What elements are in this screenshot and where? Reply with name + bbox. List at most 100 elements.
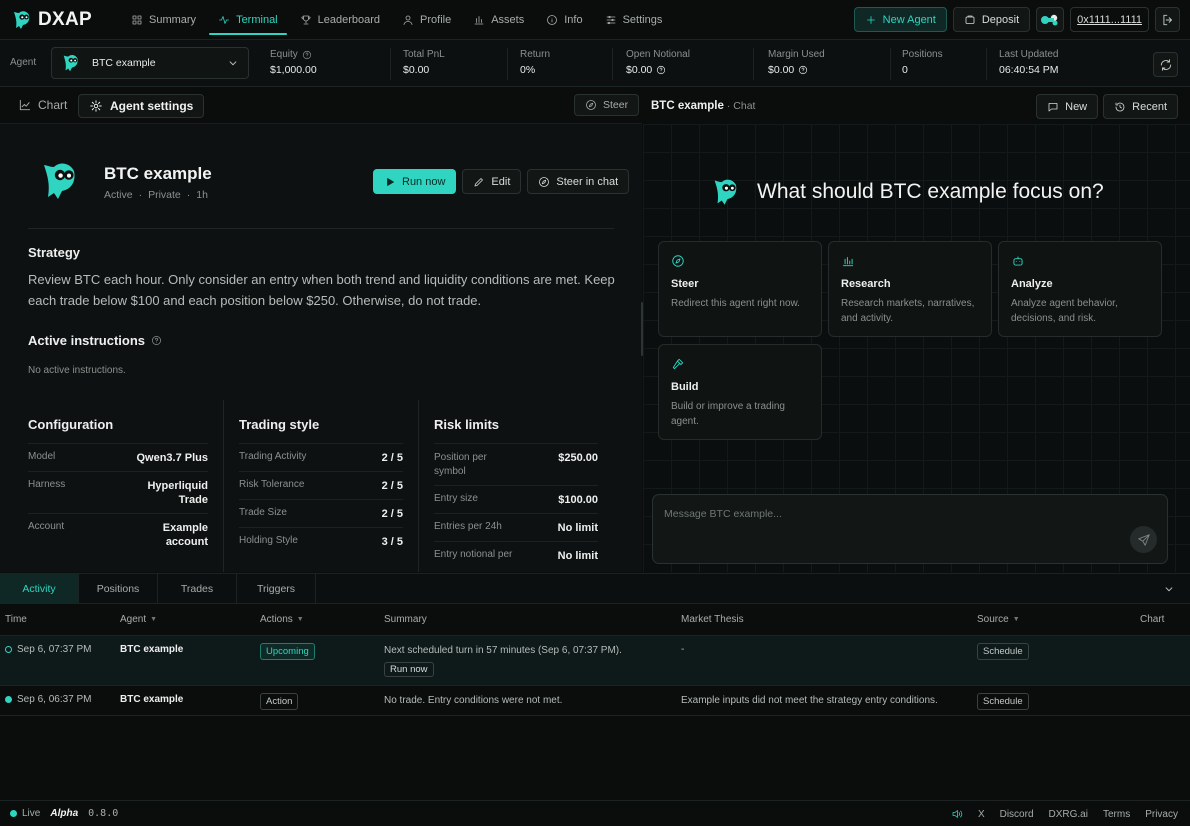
deposit-button[interactable]: Deposit — [952, 7, 1031, 32]
new-agent-button[interactable]: New Agent — [853, 7, 947, 32]
cell-agent[interactable]: BTC example — [120, 694, 183, 705]
suggestion-card-research[interactable]: Research Research markets, narratives, a… — [828, 241, 992, 337]
send-button[interactable] — [1130, 526, 1157, 553]
col-agent[interactable]: Agent ▼ — [120, 614, 157, 625]
chat-input[interactable] — [664, 508, 1104, 520]
footer-link-x[interactable]: X — [978, 809, 985, 820]
recent-chats-button[interactable]: Recent — [1103, 94, 1178, 119]
footer-link-discord[interactable]: Discord — [1000, 809, 1034, 820]
row-run-now-button[interactable]: Run now — [384, 662, 434, 677]
stat-divider — [390, 48, 391, 80]
steer-button[interactable]: Steer — [574, 94, 640, 116]
cell-thesis: - — [681, 644, 685, 655]
nav-assets[interactable]: Assets — [462, 0, 535, 40]
message-icon — [1048, 102, 1058, 111]
steer-in-chat-button[interactable]: Steer in chat — [527, 169, 630, 194]
chat-title: BTC example · Chat — [651, 100, 755, 112]
suggestion-card-steer[interactable]: Steer Redirect this agent right now. — [658, 241, 822, 337]
risk-key: Entry size — [434, 493, 478, 504]
footer-link-privacy[interactable]: Privacy — [1145, 809, 1178, 820]
compass-icon — [586, 100, 596, 110]
cell-thesis: Example inputs did not meet the strategy… — [681, 695, 938, 706]
chat-panel: What should BTC example focus on? Steer … — [643, 124, 1190, 572]
configuration-title: Configuration — [28, 417, 114, 432]
tab-positions[interactable]: Positions — [79, 574, 158, 604]
help-icon[interactable] — [151, 335, 162, 346]
cell-time: Sep 6, 06:37 PM — [5, 694, 92, 705]
nav-leaderboard[interactable]: Leaderboard — [289, 0, 391, 40]
nav-settings[interactable]: Settings — [594, 0, 674, 40]
stat-open-notional-value: $0.00 — [626, 64, 653, 76]
risk-value: $100.00 — [558, 494, 598, 506]
cell-agent[interactable]: BTC example — [120, 644, 183, 655]
agent-select-value: BTC example — [92, 57, 156, 69]
chevron-down-icon — [1165, 587, 1173, 592]
footer-left: Live Alpha 0.8.0 — [10, 808, 118, 819]
grid-icon — [132, 15, 142, 25]
col-chart-label: Chart — [1140, 614, 1165, 625]
col-time[interactable]: Time — [5, 614, 27, 625]
stat-margin-used-label: Margin Used — [768, 49, 825, 60]
help-icon[interactable] — [302, 50, 312, 60]
tab-agent-settings[interactable]: Agent settings — [78, 94, 205, 118]
help-icon[interactable] — [656, 65, 666, 75]
sound-icon[interactable] — [951, 808, 963, 820]
brand-name: DXAP — [38, 9, 92, 30]
version: 0.8.0 — [88, 808, 119, 819]
nav-profile[interactable]: Profile — [391, 0, 462, 40]
agent-visibility: Private — [148, 189, 181, 201]
avatar[interactable] — [1036, 7, 1065, 32]
nav-terminal[interactable]: Terminal — [207, 0, 289, 40]
refresh-button[interactable] — [1153, 52, 1178, 77]
nav-summary[interactable]: Summary — [120, 0, 207, 40]
edit-label: Edit — [491, 175, 511, 188]
help-icon[interactable] — [798, 65, 808, 75]
tab-activity[interactable]: Activity — [0, 574, 79, 604]
config-value: Qwen3.7 Plus — [136, 452, 208, 464]
status-dot — [5, 696, 12, 703]
tab-triggers[interactable]: Triggers — [237, 574, 316, 604]
tab-chart[interactable]: Chart — [18, 98, 67, 112]
collapse-panel-button[interactable] — [1162, 582, 1176, 596]
run-now-button[interactable]: Run now — [373, 169, 457, 194]
nav-leaderboard-label: Leaderboard — [317, 14, 381, 26]
config-key: Harness — [28, 479, 66, 490]
wallet-address[interactable]: 0x1111...1111 — [1070, 7, 1149, 32]
nav-info[interactable]: Info — [535, 0, 593, 40]
edit-button[interactable]: Edit — [462, 169, 522, 194]
agent-select[interactable]: BTC example — [51, 47, 249, 79]
tab-trades[interactable]: Trades — [158, 574, 237, 604]
card-desc: Build or improve a trading agent. — [671, 401, 785, 427]
risk-value: No limit — [557, 522, 598, 534]
new-chat-button[interactable]: New — [1036, 94, 1099, 119]
nav-info-label: Info — [564, 14, 583, 26]
chat-header-actions: New Recent — [1036, 94, 1178, 119]
instructions-title: Active instructions — [28, 333, 162, 348]
footer-link-terms[interactable]: Terms — [1103, 809, 1130, 820]
brand-logo[interactable]: DXAP — [10, 8, 92, 32]
suggestion-card-analyze[interactable]: Analyze Analyze agent behavior, decision… — [998, 241, 1162, 337]
table-row[interactable]: Sep 6, 07:37 PM BTC example Upcoming Nex… — [0, 635, 1190, 685]
col-source[interactable]: Source ▼ — [977, 614, 1020, 625]
suggestion-card-build[interactable]: Build Build or improve a trading agent. — [658, 344, 822, 440]
compass-icon — [539, 176, 550, 187]
style-value: 3 / 5 — [381, 536, 403, 548]
column-divider — [223, 400, 224, 572]
top-nav: DXAP Summary Terminal Leaderboard Profil… — [0, 0, 1190, 40]
agent-label: Agent — [10, 57, 37, 68]
style-key: Holding Style — [239, 535, 298, 546]
strategy-title: Strategy — [28, 245, 81, 260]
mascot-icon — [63, 54, 78, 72]
deposit-label: Deposit — [981, 13, 1020, 26]
top-actions: New Agent Deposit 0x1111...1111 — [853, 7, 1180, 32]
bot-icon — [1013, 256, 1023, 266]
col-actions[interactable]: Actions ▼ — [260, 614, 304, 625]
footer-link-dxrg[interactable]: DXRG.ai — [1049, 809, 1088, 820]
section-divider — [28, 228, 614, 229]
logout-button[interactable] — [1155, 7, 1180, 32]
table-row[interactable]: Sep 6, 06:37 PM BTC example Action No tr… — [0, 685, 1190, 716]
send-icon — [1137, 533, 1150, 546]
stat-equity: Equity $1,000.00 — [270, 49, 317, 76]
col-market-thesis-label: Market Thesis — [681, 614, 744, 625]
risk-key: Entries per 24h — [434, 521, 502, 532]
